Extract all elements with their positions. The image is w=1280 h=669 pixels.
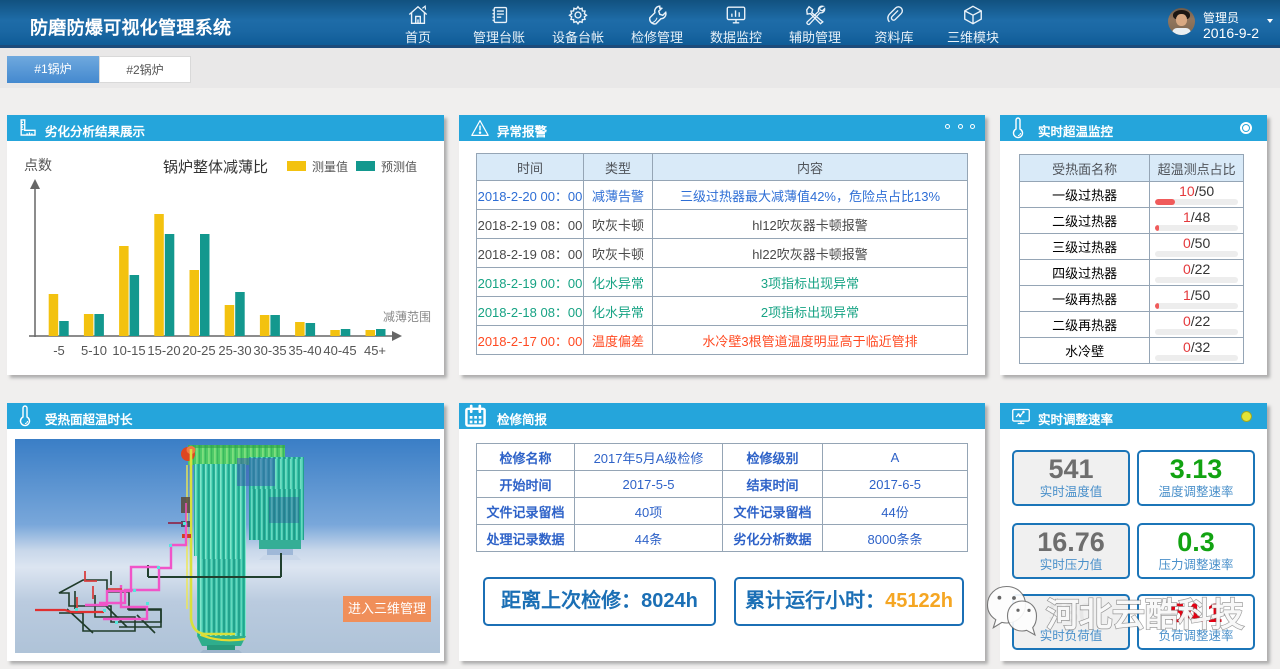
svg-text:45+: 45+ [364,343,386,358]
svg-text:减薄范围: 减薄范围 [383,309,431,324]
svg-text:预测值: 预测值 [381,159,417,174]
svg-text:20-25: 20-25 [182,343,215,358]
svg-text:15-20: 15-20 [147,343,180,358]
svg-text:30-35: 30-35 [253,343,286,358]
svg-text:10-15: 10-15 [112,343,145,358]
svg-text:35-40: 35-40 [288,343,321,358]
svg-text:-5: -5 [53,343,65,358]
svg-text:25-30: 25-30 [218,343,251,358]
svg-text:点数: 点数 [24,157,52,173]
svg-text:河北云酷科技: 河北云酷科技 [1046,596,1244,633]
svg-text:锅炉整体减薄比: 锅炉整体减薄比 [163,159,268,176]
svg-text:测量值: 测量值 [312,159,348,174]
svg-text:5-10: 5-10 [81,343,107,358]
svg-text:40-45: 40-45 [323,343,356,358]
